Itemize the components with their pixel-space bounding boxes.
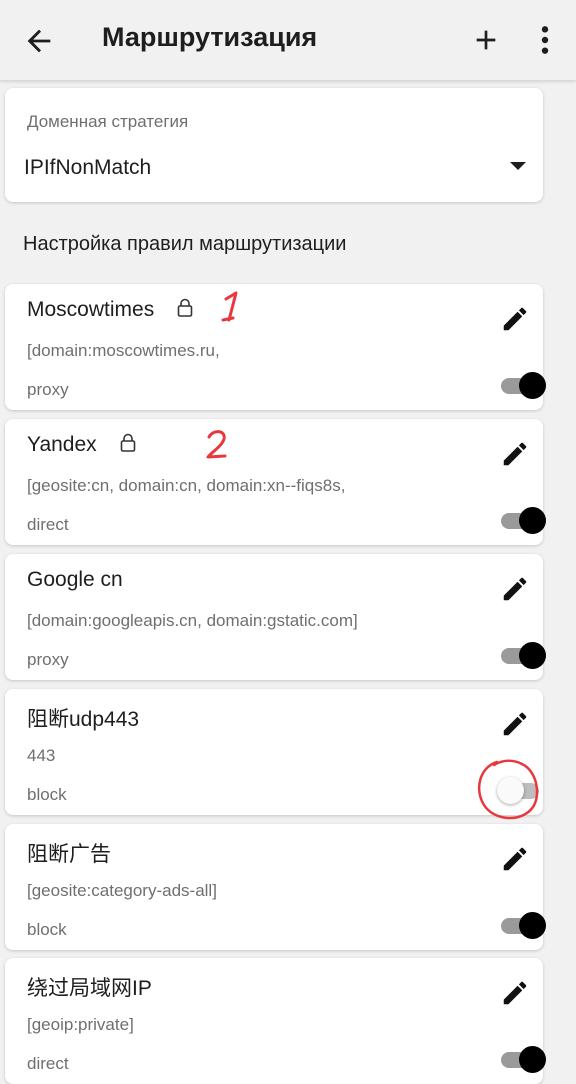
domain-strategy-select[interactable]: Доменная стратегия IPIfNonMatch	[5, 88, 543, 202]
lock-icon	[177, 298, 193, 317]
rule-name: 阻断广告	[27, 843, 111, 866]
rule-enable-toggle[interactable]	[497, 370, 547, 400]
edit-pencil-icon[interactable]	[500, 574, 530, 604]
annotation-number-1	[221, 291, 238, 322]
rule-card[interactable]: 阻断广告 [geosite:category-ads-all] block	[5, 824, 546, 950]
rule-domains: [geosite:category-ads-all]	[27, 881, 217, 900]
rule-domains: [domain:googleapis.cn, domain:gstatic.co…	[27, 611, 358, 630]
rule-card[interactable]: 阻断udp443 443 block	[5, 689, 543, 815]
edit-pencil-icon[interactable]	[500, 844, 530, 874]
rule-enable-toggle[interactable]	[497, 505, 547, 535]
rule-domains: [geosite:cn, domain:cn, domain:xn--fiqs8…	[27, 476, 346, 495]
rule-name: 绕过局域网IP	[27, 977, 152, 1000]
rule-enable-toggle[interactable]	[497, 640, 547, 670]
rule-outbound: direct	[27, 515, 69, 534]
rule-enable-toggle[interactable]	[497, 1044, 547, 1074]
lock-icon	[120, 433, 135, 452]
rule-outbound: block	[27, 785, 67, 804]
rule-name: Yandex	[27, 433, 137, 457]
plus-icon[interactable]	[470, 24, 502, 56]
rule-domains: 443	[27, 746, 56, 765]
rule-name: Moscowtimes	[27, 298, 194, 322]
edit-pencil-icon[interactable]	[500, 978, 530, 1008]
rule-card[interactable]: Yandex [geosite:cn, domain:cn, domain:xn…	[5, 419, 546, 545]
edit-pencil-icon[interactable]	[500, 439, 530, 469]
section-title: Настройка правил маршрутизации	[23, 233, 347, 255]
rule-outbound: proxy	[27, 650, 69, 669]
rule-card[interactable]: Google cn [domain:googleapis.cn, domain:…	[5, 554, 546, 680]
rule-card[interactable]: Moscowtimes [domain:moscowtimes.ru, prox…	[5, 284, 546, 410]
domain-strategy-label: Доменная стратегия	[27, 112, 189, 131]
dropdown-arrow-icon[interactable]	[508, 160, 528, 172]
edit-pencil-icon[interactable]	[500, 709, 530, 739]
rule-outbound: proxy	[27, 380, 69, 399]
rule-outbound: direct	[27, 1054, 69, 1073]
app-bar: Маршрутизация	[0, 0, 576, 81]
rule-domains: [domain:moscowtimes.ru,	[27, 341, 220, 360]
annotation-number-2	[206, 430, 227, 459]
rule-card[interactable]: 绕过局域网IP [geoip:private] direct	[5, 958, 546, 1084]
rule-outbound: block	[27, 920, 67, 939]
edit-pencil-icon[interactable]	[500, 304, 530, 334]
domain-strategy-value: IPIfNonMatch	[24, 156, 152, 179]
rule-enable-toggle[interactable]	[497, 910, 547, 940]
rule-domains: [geoip:private]	[27, 1015, 134, 1034]
annotation-circle	[477, 759, 539, 820]
more-vert-icon[interactable]	[534, 24, 556, 56]
page-title: Маршрутизация	[102, 22, 318, 52]
rule-name: Google cn	[27, 568, 123, 591]
arrow-back-icon[interactable]	[22, 24, 56, 58]
rule-name: 阻断udp443	[27, 708, 140, 731]
